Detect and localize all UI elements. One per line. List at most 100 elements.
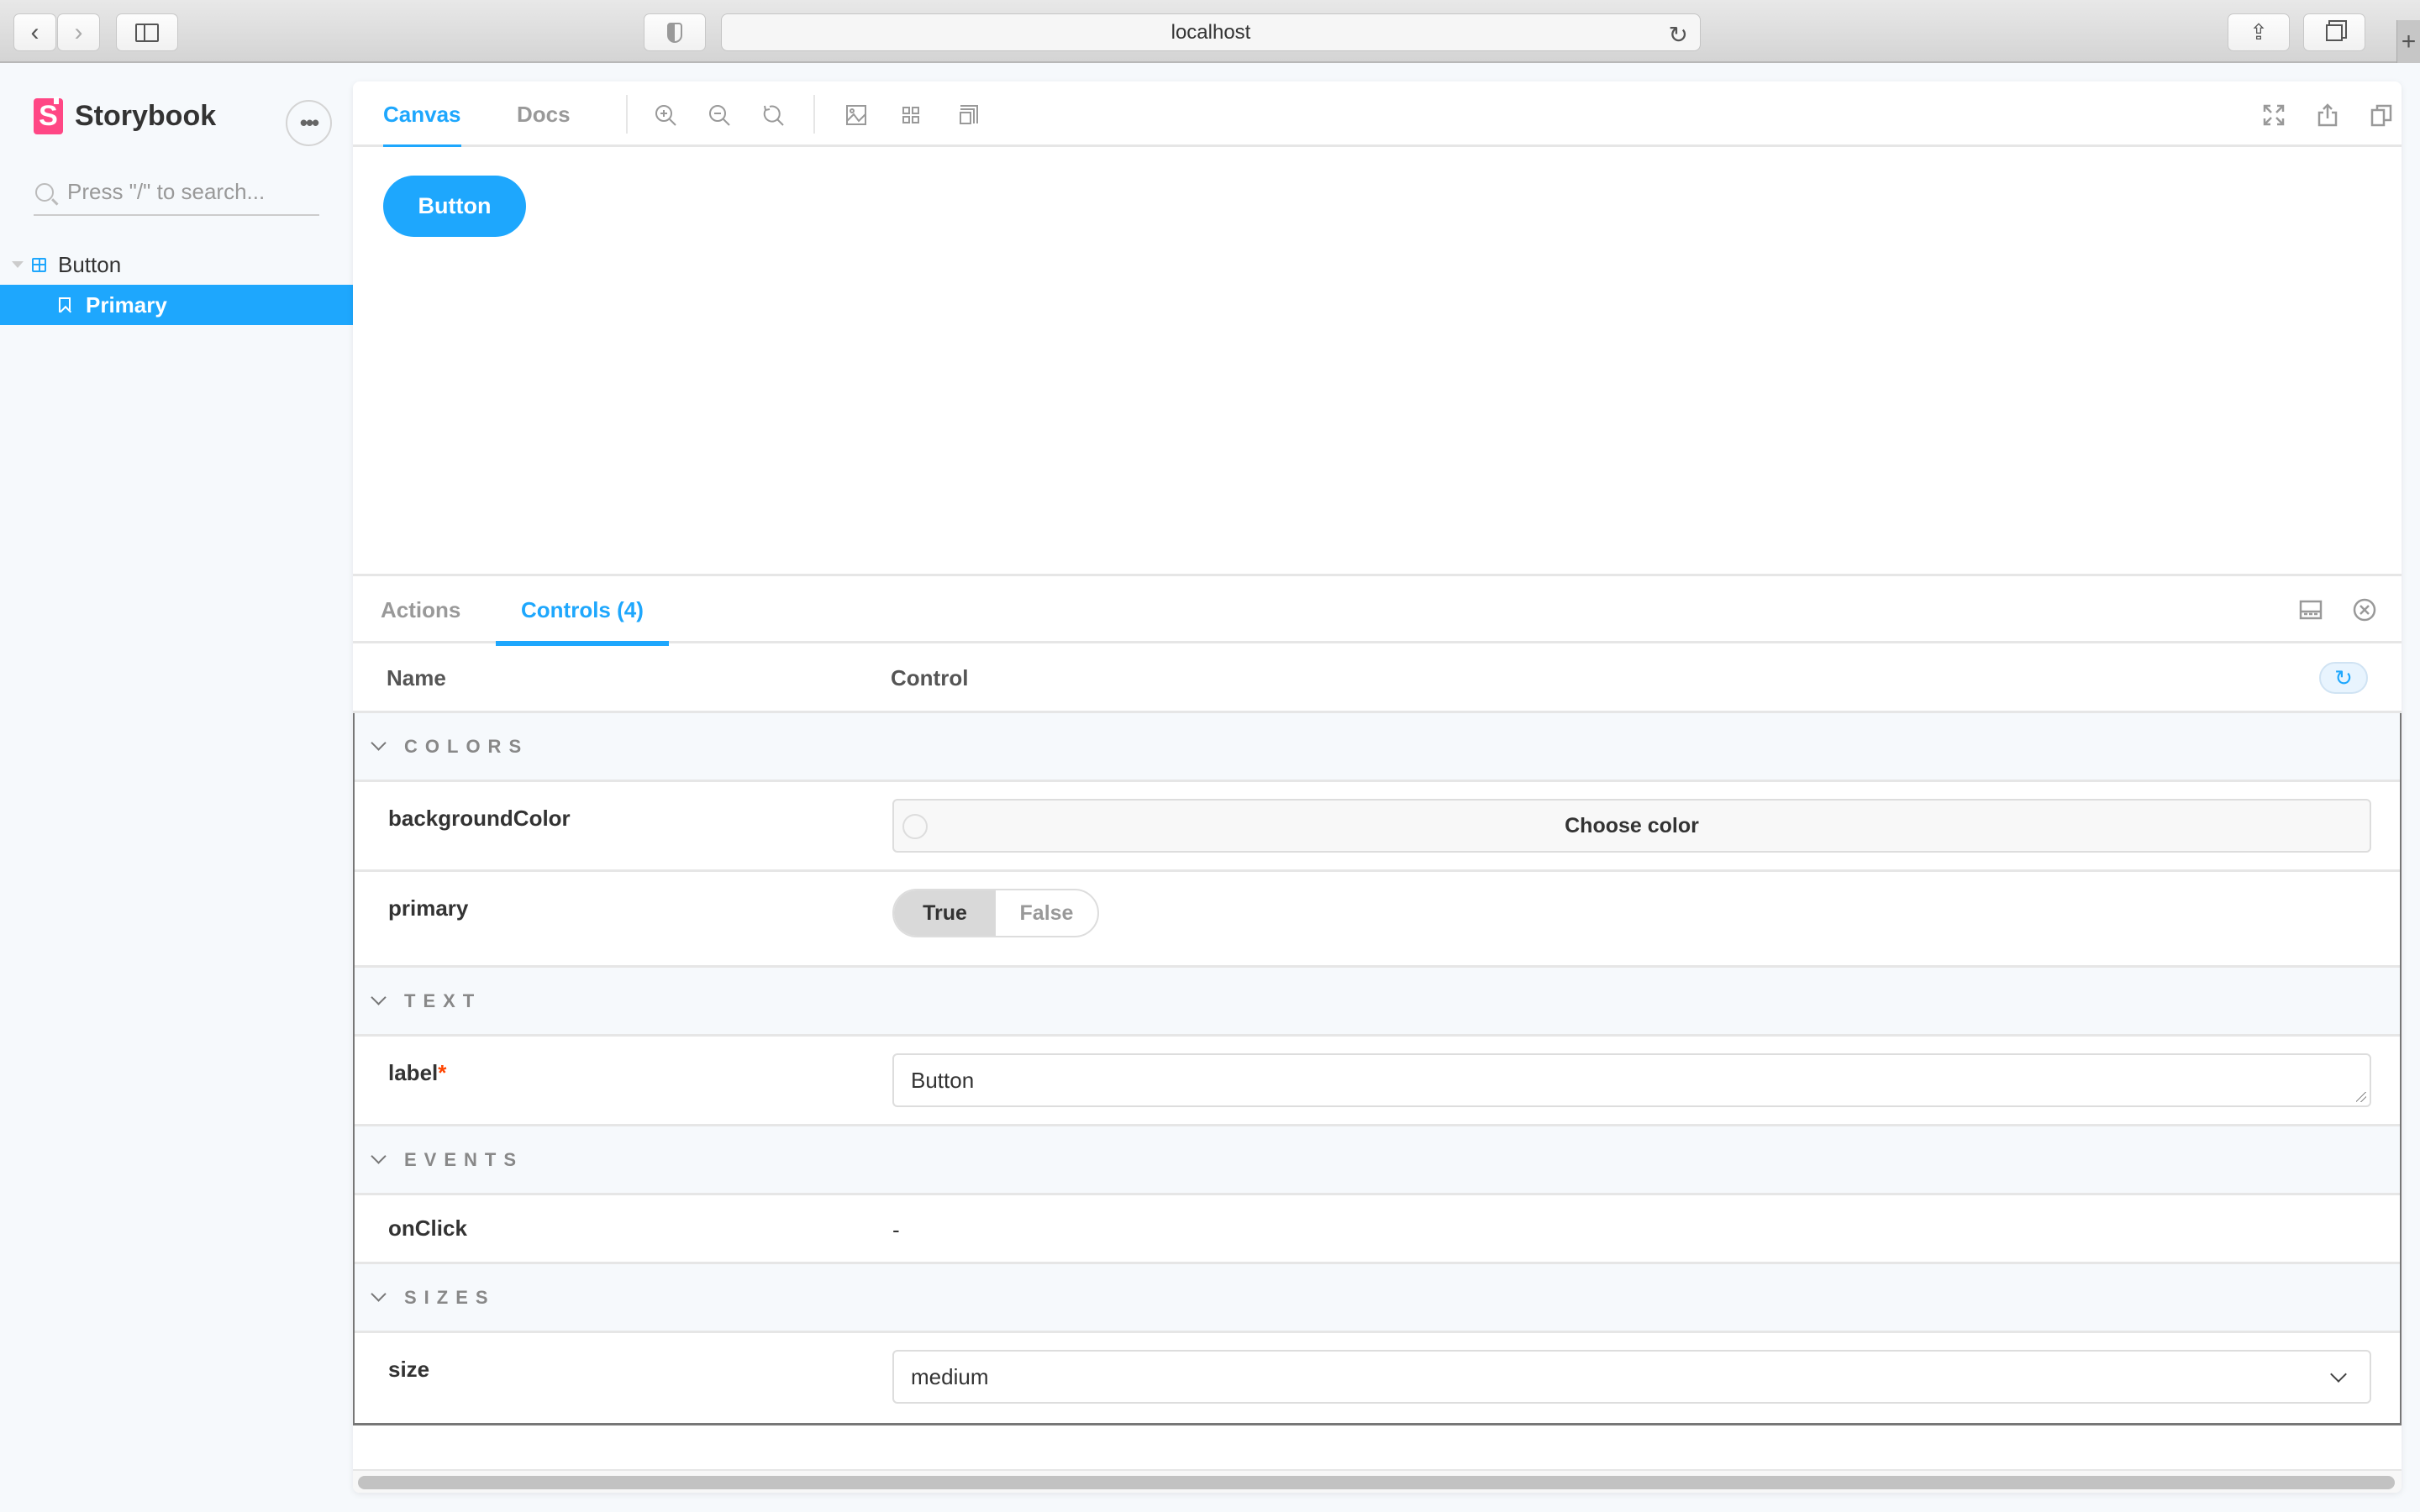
reload-icon[interactable]: ↻ [1669, 21, 1688, 49]
fullscreen-button[interactable] [2257, 98, 2291, 132]
text-control [892, 1053, 2371, 1107]
section-events[interactable]: EVENTS [355, 1126, 2400, 1195]
toggle-option-false[interactable]: False [996, 890, 1097, 936]
chevron-down-icon [371, 1148, 387, 1164]
close-icon [2353, 598, 2376, 622]
fullscreen-icon [2263, 104, 2285, 126]
close-panel-button[interactable] [2348, 593, 2381, 627]
addons-panel: Actions Controls (4) Name Control ↻ COLO… [353, 574, 2402, 1493]
toggle-option-true[interactable]: True [894, 890, 996, 936]
url-text: localhost [1171, 20, 1251, 44]
section-sizes[interactable]: SIZES [355, 1264, 2400, 1333]
table-body: COLORS backgroundColor Choose color prim… [353, 713, 2402, 1425]
tabs-button[interactable] [2303, 13, 2365, 51]
tab-docs[interactable]: Docs [517, 81, 571, 147]
share-button[interactable]: ⇪ [2228, 13, 2290, 51]
prop-name: label* [388, 1060, 446, 1086]
grid-icon [902, 107, 919, 123]
zoom-reset-icon [763, 105, 784, 126]
table-header: Name Control ↻ [353, 643, 2402, 713]
toolbar-divider [813, 95, 815, 134]
tree-item-primary[interactable]: Primary [0, 285, 353, 325]
select-value: medium [911, 1363, 989, 1389]
panel-orientation-button[interactable] [2294, 593, 2328, 627]
new-tab-button[interactable]: + [2396, 20, 2420, 63]
panel-orientation-icon [2299, 600, 2323, 620]
copy-link-button[interactable] [2365, 98, 2398, 132]
storybook-logo-icon: S [34, 97, 63, 134]
sidebar-toggle-button[interactable] [116, 13, 178, 51]
background-button[interactable] [839, 98, 873, 132]
section-title: COLORS [404, 735, 529, 757]
prop-name: primary [388, 895, 469, 921]
expand-caret-icon[interactable] [12, 261, 24, 268]
color-swatch-icon [902, 814, 928, 839]
refresh-icon: ↻ [2334, 664, 2353, 690]
table-row: onClick - [355, 1195, 2400, 1264]
share-icon [2317, 103, 2338, 127]
forward-button[interactable]: › [57, 13, 100, 51]
boolean-toggle[interactable]: True False [892, 889, 1099, 937]
preview-button[interactable]: Button [383, 176, 526, 237]
tab-canvas[interactable]: Canvas [383, 81, 461, 150]
brand-name: Storybook [75, 100, 217, 132]
chevron-down-icon [2330, 1366, 2347, 1383]
controls-table: Name Control ↻ COLORS backgroundColor Ch… [353, 643, 2402, 1425]
horizontal-scrollbar[interactable] [353, 1469, 2402, 1493]
section-colors[interactable]: COLORS [355, 713, 2400, 782]
section-title: TEXT [404, 990, 482, 1011]
tabs-icon [2326, 24, 2343, 41]
back-button[interactable]: ‹ [13, 13, 56, 51]
back-icon: ‹ [30, 18, 39, 46]
outline-button[interactable] [950, 98, 984, 132]
sidebar: S Storybook ••• Button Primary [0, 65, 353, 1512]
prop-name: onClick [388, 1215, 467, 1241]
table-row: size medium [355, 1333, 2400, 1423]
main-panel: Canvas Docs Button Actions Controls (4) … [353, 81, 2402, 1493]
zoom-reset-button[interactable] [756, 98, 790, 132]
column-name: Name [387, 665, 446, 690]
reset-controls-button[interactable]: ↻ [2319, 662, 2368, 694]
table-row: label* [355, 1037, 2400, 1126]
label-input[interactable] [892, 1053, 2371, 1107]
share-icon: ⇪ [2249, 19, 2268, 45]
tab-actions[interactable]: Actions [381, 576, 460, 643]
forward-icon: › [74, 18, 83, 46]
sidebar-toggle-icon [135, 23, 159, 42]
table-row: backgroundColor Choose color [355, 782, 2400, 872]
canvas-toolbar: Canvas Docs [353, 81, 2402, 150]
more-options-button[interactable]: ••• [286, 100, 332, 146]
copy-icon [2370, 104, 2392, 127]
background-icon [846, 105, 866, 125]
toolbar-divider [626, 95, 628, 134]
tree-item-button[interactable]: Button [0, 244, 353, 285]
section-text[interactable]: TEXT [355, 968, 2400, 1037]
tree-item-label: Primary [86, 291, 167, 318]
chevron-down-icon [371, 990, 387, 1005]
search-field[interactable] [34, 170, 319, 216]
share-story-button[interactable] [2311, 98, 2344, 132]
scrollbar-thumb[interactable] [358, 1476, 2395, 1489]
resize-handle-icon[interactable] [2356, 1092, 2366, 1102]
outline-icon [960, 105, 978, 124]
section-title: SIZES [404, 1286, 496, 1308]
component-icon [32, 257, 46, 272]
required-marker: * [438, 1060, 447, 1085]
color-picker-button[interactable]: Choose color [892, 799, 2371, 853]
chevron-down-icon [371, 1286, 387, 1302]
color-picker-label: Choose color [1565, 813, 1699, 837]
tab-controls[interactable]: Controls (4) [496, 576, 669, 646]
prop-name: backgroundColor [388, 806, 571, 831]
story-preview: Button [353, 147, 2402, 574]
zoom-in-button[interactable] [649, 98, 682, 132]
browser-toolbar: ‹ › localhost ↻ ⇪ + [0, 0, 2420, 63]
no-control-value: - [892, 1217, 900, 1242]
address-bar[interactable]: localhost ↻ [721, 13, 1701, 51]
grid-button[interactable] [894, 98, 928, 132]
brand[interactable]: S Storybook [34, 97, 217, 134]
zoom-out-button[interactable] [702, 98, 736, 132]
search-input[interactable] [67, 179, 302, 205]
chevron-down-icon [371, 735, 387, 751]
privacy-button[interactable] [644, 13, 706, 51]
size-select[interactable]: medium [892, 1350, 2371, 1404]
